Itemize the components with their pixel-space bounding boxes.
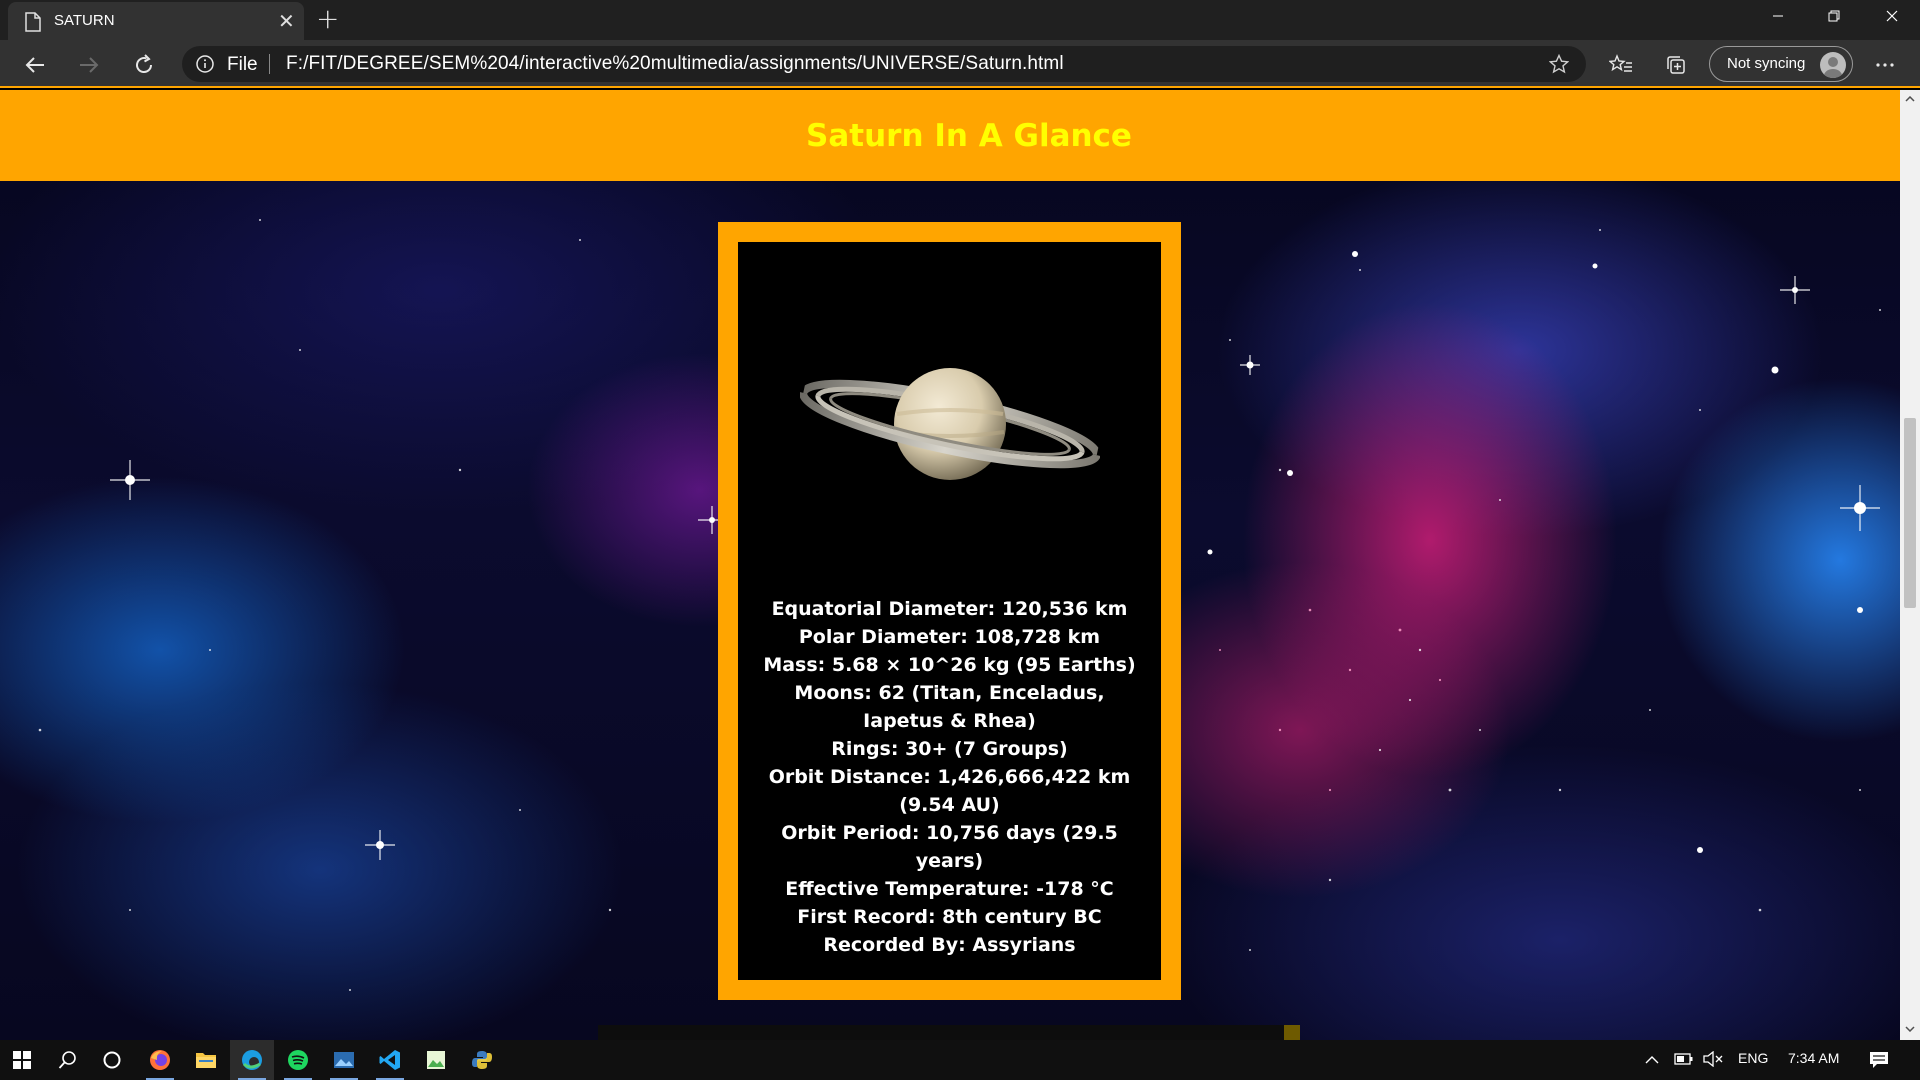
taskbar-photos[interactable]	[322, 1040, 366, 1080]
fact-moons: Moons: 62 (Titan, Enceladus, Iapetus & R…	[794, 682, 1105, 732]
info-card-content: Equatorial Diameter: 120,536 km Polar Di…	[738, 242, 1161, 980]
folder-icon	[196, 1053, 216, 1068]
fact-mass: Mass: 5.68 × 10^26 kg (95 Earths)	[763, 654, 1136, 676]
scroll-down-button[interactable]	[1900, 1020, 1920, 1038]
clock[interactable]: 7:34 AM	[1788, 1050, 1839, 1066]
spotify-icon	[288, 1050, 308, 1070]
favorite-star-icon[interactable]	[1549, 54, 1569, 74]
back-arrow-icon	[25, 57, 44, 73]
favorites-button[interactable]	[1604, 48, 1638, 82]
edge-icon	[242, 1050, 262, 1070]
taskbar-python[interactable]	[460, 1040, 504, 1080]
start-button[interactable]	[0, 1040, 44, 1080]
refresh-icon	[136, 54, 153, 74]
volume-muted-icon[interactable]	[1703, 1050, 1723, 1070]
close-icon[interactable]: ✕	[278, 11, 295, 31]
saturn-facts: Equatorial Diameter: 120,536 km Polar Di…	[758, 595, 1141, 959]
cortana-button[interactable]	[90, 1040, 134, 1080]
fact-effective-temperature: Effective Temperature: -178 °C	[785, 878, 1114, 900]
photos-icon	[334, 1052, 354, 1068]
windows-taskbar: ENG 7:34 AM	[0, 1040, 1920, 1080]
back-button[interactable]	[18, 48, 52, 82]
address-separator	[269, 54, 270, 74]
page-viewport: Saturn In A Glance Equatorial Diameter: …	[0, 90, 1900, 1040]
restore-icon	[1828, 10, 1840, 22]
minimize-icon	[1773, 15, 1783, 17]
cortana-circle-icon	[103, 1051, 121, 1069]
tray-chevron-up-icon[interactable]	[1645, 1052, 1659, 1068]
taskbar-firefox[interactable]	[138, 1040, 182, 1080]
windows-logo-icon	[13, 1051, 31, 1069]
close-window-button[interactable]	[1864, 0, 1920, 32]
profile-sync-button[interactable]: Not syncing	[1709, 46, 1853, 82]
page-scrollbar[interactable]	[1900, 90, 1920, 1040]
chevron-down-icon	[1905, 1026, 1915, 1032]
notification-center-icon[interactable]	[1869, 1051, 1889, 1072]
python-idle-icon	[472, 1051, 492, 1069]
sync-status-label: Not syncing	[1727, 55, 1806, 72]
fact-recorded-by: Recorded By: Assyrians	[823, 934, 1076, 956]
language-indicator[interactable]: ENG	[1738, 1050, 1768, 1066]
browser-toolbar: File F:/FIT/DEGREE/SEM%204/interactive%2…	[0, 40, 1920, 88]
saturn-image	[800, 368, 1100, 480]
taskbar-image-editor[interactable]	[414, 1040, 458, 1080]
user-icon	[1824, 57, 1842, 78]
collections-icon	[1667, 56, 1685, 74]
close-window-icon	[1886, 10, 1898, 22]
page-title: Saturn In A Glance	[806, 117, 1132, 154]
new-tab-button[interactable]: +	[316, 4, 339, 34]
fact-orbit-distance: Orbit Distance: 1,426,666,422 km (9.54 A…	[768, 766, 1131, 816]
tab-bar: SATURN ✕ +	[0, 0, 1920, 40]
url-text[interactable]: F:/FIT/DEGREE/SEM%204/interactive%20mult…	[286, 53, 1064, 75]
fact-first-record: First Record: 8th century BC	[797, 906, 1102, 928]
fact-polar-diameter: Polar Diameter: 108,728 km	[798, 626, 1101, 648]
vscode-icon	[379, 1050, 400, 1070]
chevron-up-icon	[1905, 96, 1915, 102]
address-bar[interactable]: File F:/FIT/DEGREE/SEM%204/interactive%2…	[182, 46, 1586, 82]
browser-tab[interactable]: SATURN ✕	[8, 2, 304, 40]
fact-rings: Rings: 30+ (7 Groups)	[831, 738, 1068, 760]
fact-equatorial-diameter: Equatorial Diameter: 120,536 km	[771, 598, 1128, 620]
more-dots-icon	[1876, 63, 1894, 67]
taskbar-file-explorer[interactable]	[184, 1040, 228, 1080]
scrollbar-thumb[interactable]	[1904, 418, 1916, 608]
forward-button[interactable]	[72, 48, 106, 82]
restore-button[interactable]	[1806, 0, 1862, 32]
image-editor-icon	[427, 1051, 445, 1069]
address-scheme-label: File	[227, 54, 258, 75]
scroll-up-button[interactable]	[1900, 90, 1920, 108]
firefox-icon	[150, 1050, 170, 1070]
info-icon[interactable]	[196, 55, 214, 73]
battery-icon[interactable]	[1674, 1052, 1694, 1069]
refresh-button[interactable]	[127, 48, 161, 82]
taskbar-spotify[interactable]	[276, 1040, 320, 1080]
forward-arrow-icon	[80, 57, 99, 73]
collections-button[interactable]	[1659, 48, 1693, 82]
next-section-preview	[598, 1025, 1300, 1040]
page-icon	[25, 12, 41, 32]
taskbar-vscode[interactable]	[368, 1040, 412, 1080]
search-icon	[58, 1051, 76, 1069]
tab-title: SATURN	[54, 12, 115, 29]
avatar	[1820, 52, 1846, 78]
page-banner: Saturn In A Glance	[0, 90, 1900, 181]
saturn-info-card: Equatorial Diameter: 120,536 km Polar Di…	[718, 222, 1181, 1000]
fact-orbit-period: Orbit Period: 10,756 days (29.5 years)	[781, 822, 1118, 872]
favorites-list-icon	[1609, 54, 1632, 72]
more-menu-button[interactable]	[1868, 48, 1902, 82]
taskbar-edge[interactable]	[230, 1040, 274, 1080]
taskbar-search-button[interactable]	[46, 1040, 90, 1080]
minimize-button[interactable]	[1750, 0, 1806, 32]
